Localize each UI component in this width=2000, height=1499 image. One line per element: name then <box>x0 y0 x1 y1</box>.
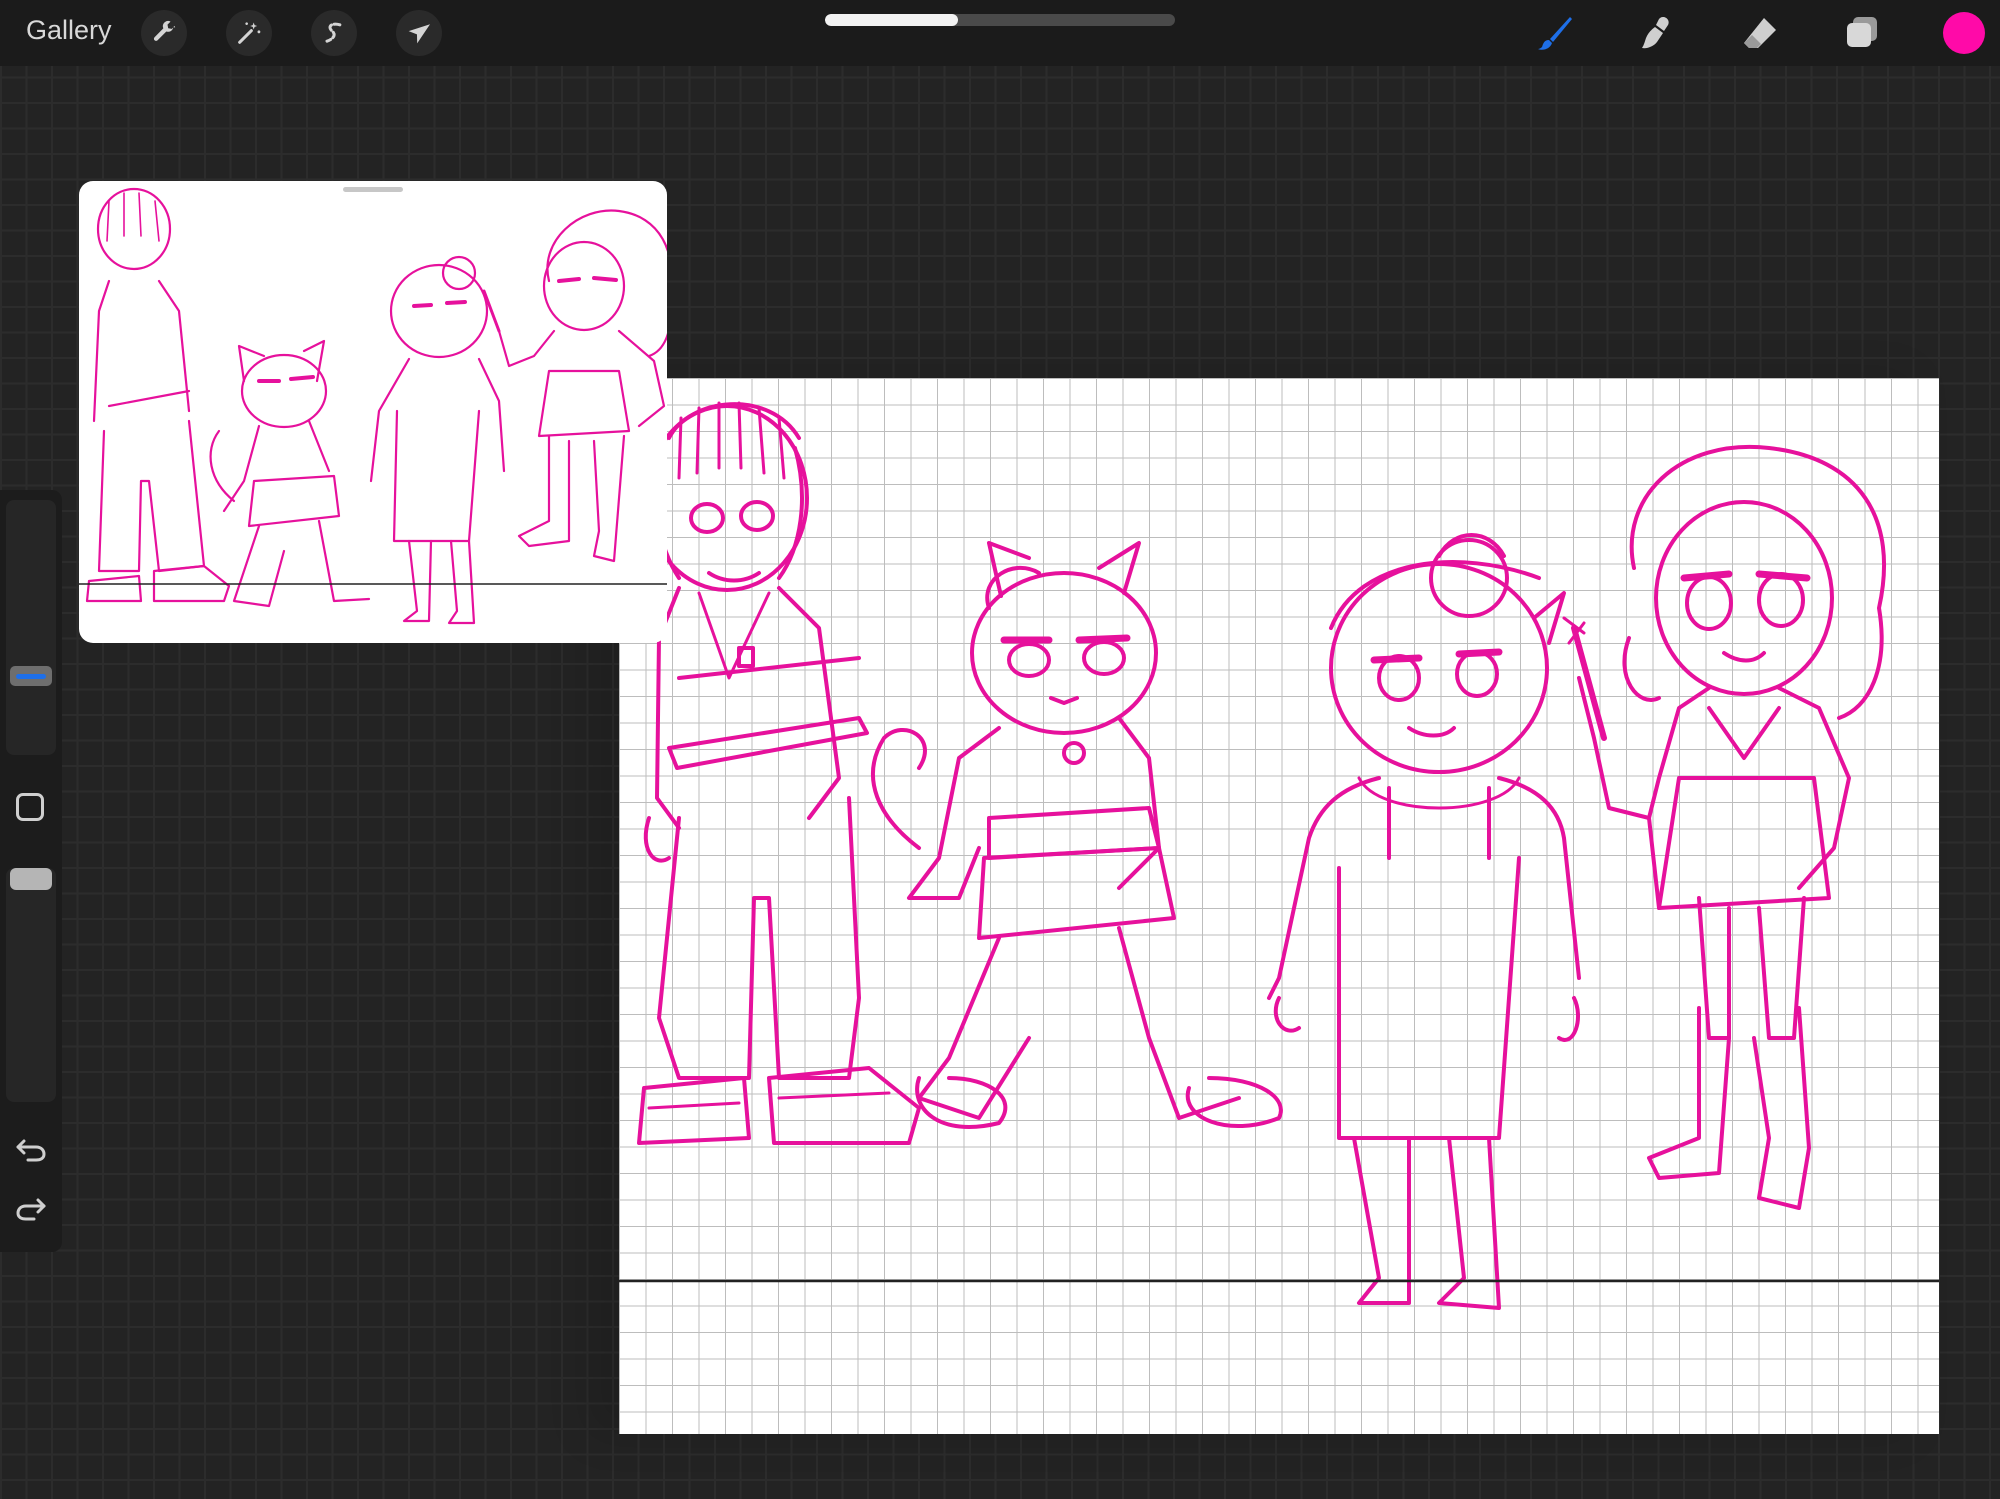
character-cat-girl <box>871 541 1283 1129</box>
redo-icon <box>16 1198 46 1221</box>
smudge-icon <box>1642 17 1669 49</box>
left-sidebar <box>0 490 62 1252</box>
history-fill <box>825 14 958 26</box>
brush-size-thumb[interactable] <box>10 666 52 686</box>
eraser-icon <box>1744 18 1776 48</box>
adjustments-button[interactable] <box>226 10 272 56</box>
line-art <box>619 401 1939 1310</box>
brush-icon <box>1538 17 1572 50</box>
size-indicator-icon <box>16 673 46 679</box>
character-dreadlocks-guy <box>637 401 921 1145</box>
layers-icon <box>1847 17 1877 47</box>
reference-image <box>79 187 667 625</box>
brush-size-slider[interactable] <box>6 500 56 755</box>
reference-window[interactable] <box>79 181 667 643</box>
modify-button[interactable] <box>16 793 44 821</box>
drawing-canvas[interactable] <box>619 378 1939 1434</box>
color-picker-button[interactable] <box>1943 12 1985 54</box>
character-curly-girl <box>1562 444 1886 1210</box>
procreate-app: Gallery <box>0 0 2000 1499</box>
magic-wand-icon <box>238 22 261 44</box>
arrow-cursor-icon <box>408 24 431 44</box>
eraser-tool-button[interactable] <box>1735 8 1785 58</box>
undo-button[interactable] <box>14 1135 48 1165</box>
paint-tool-button[interactable] <box>1530 8 1580 58</box>
top-toolbar: Gallery <box>0 0 2000 66</box>
gallery-button[interactable]: Gallery <box>26 15 112 46</box>
wrench-icon <box>153 20 176 41</box>
undo-icon <box>16 1139 46 1162</box>
opacity-slider[interactable] <box>6 868 56 1102</box>
selection-s-icon <box>325 22 342 43</box>
character-bun-lady <box>1267 533 1581 1310</box>
actions-button[interactable] <box>141 10 187 56</box>
undo-history-bar <box>825 14 1175 26</box>
redo-button[interactable] <box>14 1194 48 1224</box>
transform-button[interactable] <box>396 10 442 56</box>
opacity-thumb[interactable] <box>10 868 52 890</box>
selection-button[interactable] <box>311 10 357 56</box>
layers-button[interactable] <box>1837 8 1887 58</box>
smudge-tool-button[interactable] <box>1632 8 1682 58</box>
